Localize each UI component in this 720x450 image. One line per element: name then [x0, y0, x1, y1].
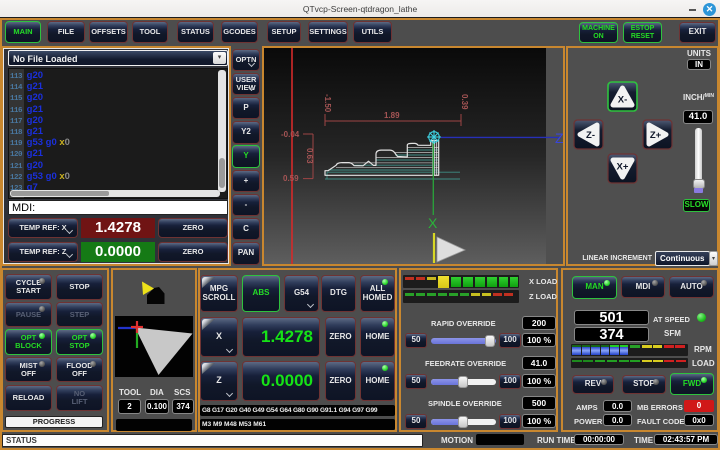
svg-text:X-: X- [618, 95, 628, 106]
svg-text:0.39: 0.39 [460, 94, 469, 110]
svg-text:X+: X+ [617, 162, 629, 173]
svg-text:0.59: 0.59 [283, 174, 299, 183]
svg-text:-1.50: -1.50 [323, 94, 332, 113]
svg-text:Z-: Z- [586, 130, 595, 141]
svg-text:Z+: Z+ [650, 130, 662, 141]
svg-text:X: X [428, 215, 438, 231]
svg-text:1.89: 1.89 [384, 111, 400, 120]
svg-text:-0.04: -0.04 [281, 130, 300, 139]
svg-text:Z: Z [555, 130, 563, 146]
svg-text:0.63: 0.63 [305, 148, 314, 164]
